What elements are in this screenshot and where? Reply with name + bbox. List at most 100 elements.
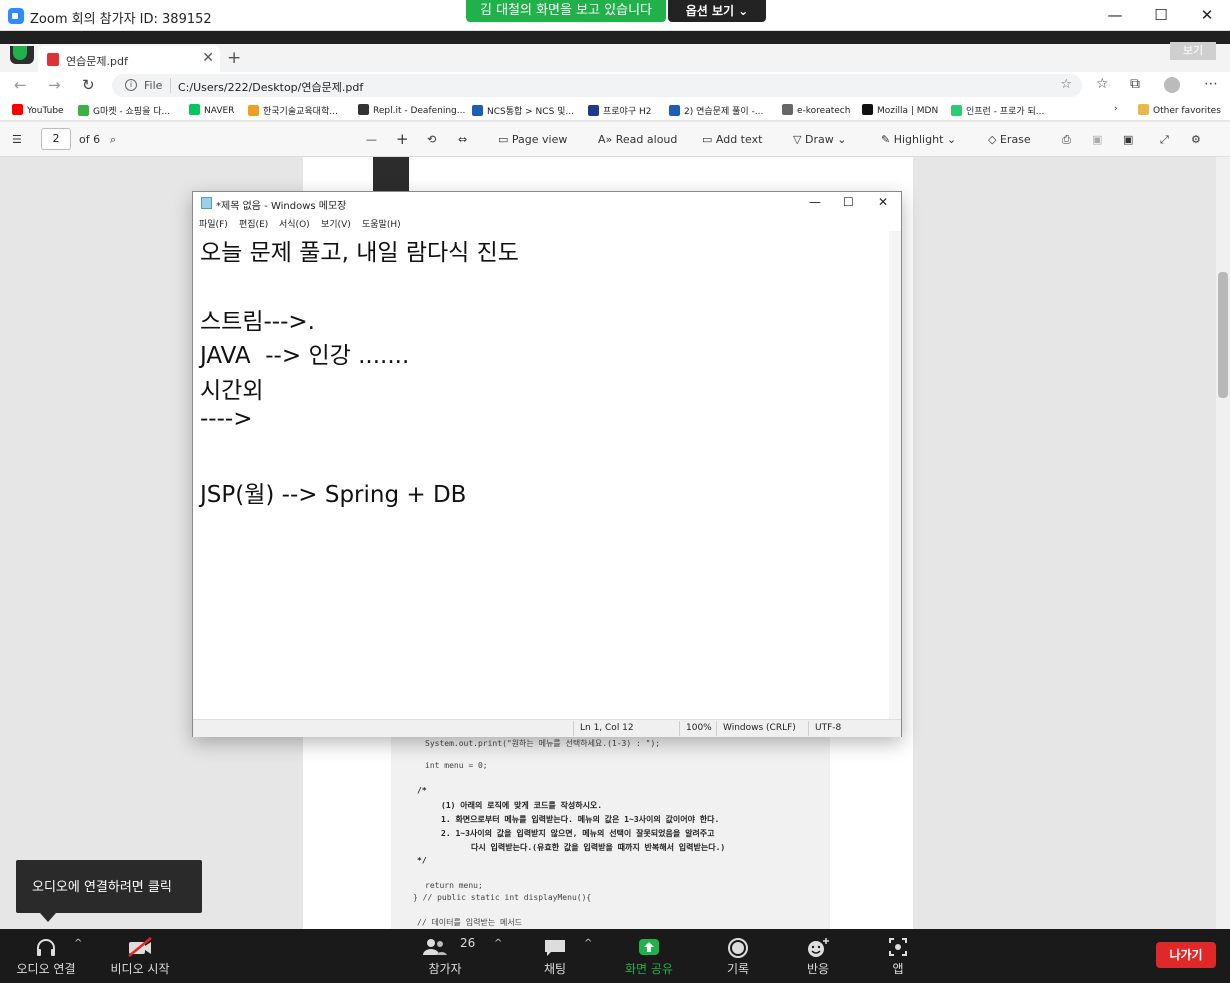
reactions-button[interactable]: 반응 (788, 929, 848, 983)
favorite-link[interactable]: 프로야구 H2 (588, 104, 651, 117)
favorites-icon[interactable]: ☆ (1096, 76, 1109, 92)
favorite-link[interactable]: 한국기술교육대학... (248, 104, 338, 117)
participants-icon (423, 939, 447, 955)
favorite-link[interactable]: YouTube (12, 104, 64, 116)
more-menu-icon[interactable]: ⋯ (1204, 76, 1218, 92)
menu-view[interactable]: 보기(V) (321, 217, 351, 230)
favicon-icon (358, 104, 369, 115)
other-favorites[interactable]: Other favorites (1138, 104, 1221, 116)
settings-gear-icon[interactable]: ⚙ (1191, 133, 1201, 146)
menu-edit[interactable]: 편집(E) (239, 217, 268, 230)
notepad-text-area[interactable]: 오늘 문제 풀고, 내일 람다식 진도 스트림--->. JAVA --> 인강… (193, 231, 889, 719)
leave-meeting-button[interactable]: 나가기 (1156, 942, 1216, 968)
menu-file[interactable]: 파일(F) (199, 217, 228, 230)
view-options-button[interactable]: 옵션 보기 ⌄ (668, 0, 766, 22)
code-line: (1) 아래의 로직에 맞게 코드를 작성하시오. (441, 801, 603, 810)
notepad-title-bar[interactable]: *제목 없음 - Windows 메모장 — ☐ ✕ (193, 192, 901, 214)
minimize-button[interactable]: — (1100, 6, 1130, 24)
fit-page-icon[interactable]: ⇔ (458, 133, 467, 146)
forward-icon[interactable]: → (48, 76, 61, 94)
read-aloud-label: Read aloud (615, 133, 678, 146)
chat-button[interactable]: 채팅 (520, 929, 590, 983)
favorite-link[interactable]: e-koreatech (782, 104, 850, 116)
url-field[interactable]: i File C:/Users/222/Desktop/연습문제.pdf ☆ (112, 74, 1082, 97)
notepad-scrollbar[interactable] (889, 231, 901, 719)
code-line: int menu = 0; (425, 761, 488, 770)
code-line: return menu; (425, 881, 483, 890)
chat-caret-icon[interactable]: ^ (584, 938, 592, 949)
search-icon[interactable]: ⌕ (110, 133, 116, 147)
add-text-button[interactable]: ▭ Add text (702, 133, 762, 146)
notepad-maximize-button[interactable]: ☐ (843, 195, 854, 209)
page-view-button[interactable]: ▭ Page view (498, 133, 567, 146)
maximize-button[interactable]: ☐ (1146, 6, 1176, 24)
favorite-link[interactable]: NCS통합 > NCS 및... (472, 104, 574, 117)
url-divider (170, 78, 171, 93)
tab-close-icon[interactable]: ✕ (202, 50, 214, 66)
tab-pdf[interactable]: 연습문제.pdf ✕ (38, 46, 220, 72)
draw-label: Draw (804, 133, 834, 146)
participants-label: 참가자 (428, 962, 462, 976)
favorite-label: 한국기술교육대학... (263, 107, 338, 117)
participants-button[interactable]: 26 참가자 (410, 929, 480, 983)
menu-help[interactable]: 도움말(H) (362, 217, 401, 230)
favorite-link[interactable]: G마켓 - 쇼핑을 다... (78, 104, 170, 117)
text-line: 오늘 문제 풀고, 내일 람다식 진도 (200, 240, 519, 266)
share-border (0, 31, 1230, 44)
highlight-button[interactable]: ✎ Highlight ⌄ (881, 133, 956, 146)
share-screen-icon (639, 939, 659, 955)
new-tab-button[interactable]: + (227, 48, 241, 68)
contents-icon[interactable]: ☰ (12, 133, 22, 146)
refresh-icon[interactable]: ↻ (82, 76, 95, 94)
status-divider (679, 721, 680, 736)
apps-button[interactable]: 앱 (868, 929, 928, 983)
close-window-button[interactable]: ✕ (1192, 6, 1222, 24)
chat-label: 채팅 (543, 962, 567, 976)
fullscreen-icon[interactable]: ⤢ (1160, 133, 1169, 147)
back-icon[interactable]: ← (14, 76, 27, 94)
favorite-link[interactable]: Mozilla | MDN (862, 104, 938, 116)
favorite-link[interactable]: Repl.it - Deafening... (358, 104, 465, 116)
favorites-overflow-icon[interactable]: › (1114, 104, 1118, 114)
audio-caret-icon[interactable]: ^ (74, 938, 82, 949)
video-button[interactable]: 비디오 시작 (100, 929, 180, 983)
add-favorite-icon[interactable]: ☆ (1060, 77, 1072, 92)
favorite-label: e-koreatech (797, 106, 851, 116)
draw-button[interactable]: ▽ Draw ⌄ (793, 133, 846, 146)
zoom-out-icon[interactable]: — (366, 133, 377, 146)
text-line: JAVA --> 인강 ....... (200, 343, 410, 369)
viewer-badge: 보기 (1170, 42, 1216, 60)
page-number-input[interactable]: 2 (41, 128, 71, 150)
url-text[interactable]: C:/Users/222/Desktop/연습문제.pdf (178, 79, 363, 95)
favorite-link[interactable]: NAVER (189, 104, 234, 116)
erase-button[interactable]: ◇ Erase (988, 133, 1031, 146)
save-icon[interactable]: ▣ (1092, 133, 1102, 146)
pdf-scroll-thumb[interactable] (1218, 272, 1228, 398)
favicon-icon (862, 104, 873, 115)
text-line: 시간외 (200, 378, 264, 404)
text-line: ----> (200, 406, 253, 432)
notepad-status-bar: Ln 1, Col 12 100% Windows (CRLF) UTF-8 (193, 719, 901, 737)
add-text-label: Add text (715, 133, 763, 146)
participants-caret-icon[interactable]: ^ (494, 938, 502, 949)
page-view-label: Page view (511, 133, 568, 146)
save-as-icon[interactable]: ▣ (1123, 133, 1133, 146)
video-label: 비디오 시작 (110, 962, 170, 976)
zoom-in-icon[interactable]: + (396, 130, 409, 148)
print-icon[interactable]: ⎙ (1062, 133, 1071, 147)
participants-count: 26 (460, 936, 476, 950)
record-button[interactable]: 기록 (708, 929, 768, 983)
profile-avatar[interactable] (1164, 77, 1180, 93)
share-screen-button[interactable]: 화면 공유 (612, 929, 686, 983)
notepad-close-button[interactable]: ✕ (878, 195, 888, 209)
favorite-link[interactable]: 인프런 - 프로가 되... (951, 104, 1044, 117)
highlight-label: Highlight (893, 133, 944, 146)
favorite-link[interactable]: 2) 연습문제 풀이 -... (669, 104, 763, 117)
text-line: 스트림--->. (200, 309, 315, 335)
collections-icon[interactable]: ⧉ (1130, 76, 1140, 92)
info-icon[interactable]: i (125, 79, 137, 91)
menu-format[interactable]: 서식(O) (279, 217, 310, 230)
notepad-minimize-button[interactable]: — (809, 195, 821, 209)
rotate-icon[interactable]: ⟲ (427, 133, 436, 146)
read-aloud-button[interactable]: A» Read aloud (598, 133, 677, 146)
